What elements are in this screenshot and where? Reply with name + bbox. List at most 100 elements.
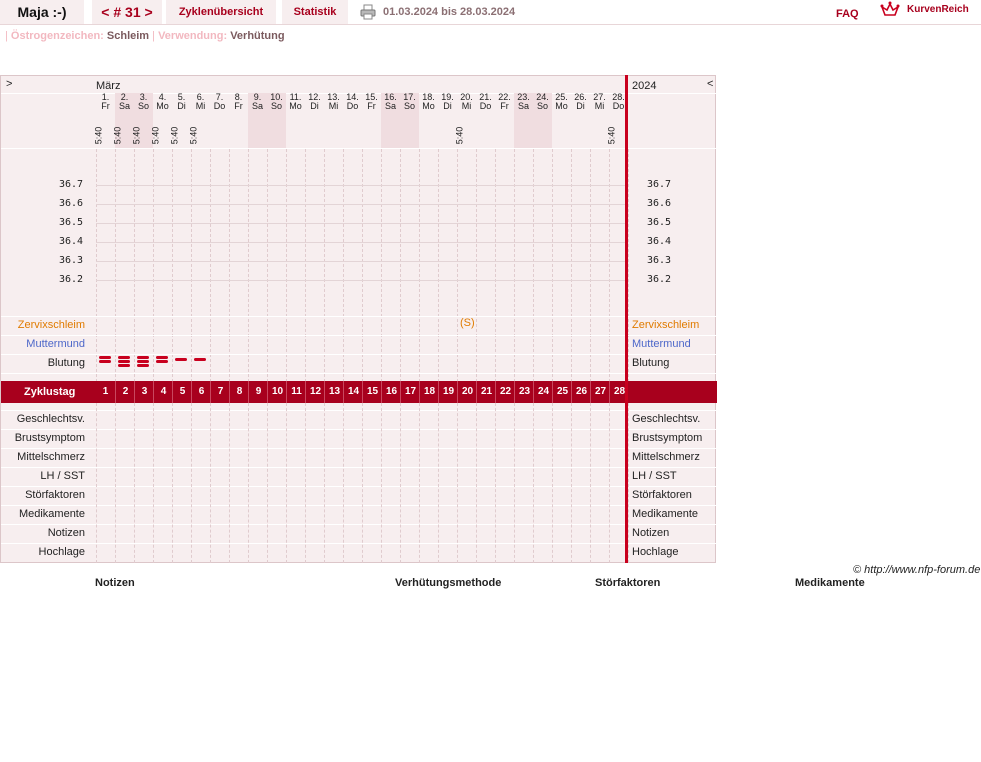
- nav-next-arrow[interactable]: <: [707, 78, 713, 90]
- divider: [1, 335, 717, 336]
- symptom-label[interactable]: Störfaktoren: [25, 489, 85, 501]
- bleeding-mark[interactable]: [118, 360, 130, 363]
- row-label-1[interactable]: Muttermund: [26, 338, 85, 350]
- day-column-header[interactable]: 14. Do: [343, 93, 362, 148]
- bleeding-mark[interactable]: [137, 360, 149, 363]
- weekday: So: [536, 101, 548, 111]
- day-column-header[interactable]: 12. Di: [305, 93, 324, 148]
- grid-line: [343, 403, 344, 563]
- day-column-header[interactable]: 18. Mo: [419, 93, 438, 148]
- symptom-label-right[interactable]: Hochlage: [632, 546, 678, 558]
- grid-line: [400, 403, 401, 563]
- symptom-label[interactable]: Brustsymptom: [15, 432, 85, 444]
- cycle-navigator[interactable]: < # 31 >: [92, 0, 162, 24]
- grid-line: [552, 403, 553, 563]
- row-label-0[interactable]: Zervixschleim: [18, 319, 85, 331]
- user-name[interactable]: Maja :-): [0, 0, 84, 24]
- day-column-header[interactable]: 13. Mi: [324, 93, 343, 148]
- day-column-header[interactable]: 6. Mi 5:40: [188, 93, 210, 148]
- row-label-2[interactable]: Blutung: [48, 357, 85, 369]
- cycle-day-number: 6: [191, 381, 211, 403]
- estrogen-sign-label: Östrogenzeichen:: [10, 30, 104, 42]
- row-label-right-2[interactable]: Blutung: [632, 357, 669, 369]
- day-column-header[interactable]: 7. Do: [210, 93, 229, 148]
- cycle-day-number: 15: [362, 381, 382, 403]
- separator: |: [152, 30, 155, 42]
- bleeding-mark[interactable]: [156, 360, 168, 363]
- row-label-right-1[interactable]: Muttermund: [632, 338, 691, 350]
- grid-line: [267, 149, 268, 382]
- grid-line: [381, 149, 382, 382]
- grid-line: [172, 149, 173, 382]
- symptom-label[interactable]: LH / SST: [40, 470, 85, 482]
- day-column-header[interactable]: 20. Mi 5:40: [454, 93, 476, 148]
- grid-line: [96, 204, 628, 205]
- tab-statistics[interactable]: Statistik: [282, 0, 348, 24]
- grid-line: [476, 403, 477, 563]
- grid-line: [96, 149, 97, 382]
- bleeding-mark[interactable]: [99, 360, 111, 363]
- cervix-mucus-icon[interactable]: (S): [460, 317, 475, 329]
- bleeding-mark[interactable]: [194, 358, 206, 361]
- weekday: Fr: [101, 101, 110, 111]
- bleeding-mark[interactable]: [175, 358, 187, 361]
- grid-line: [590, 149, 591, 382]
- weekday: Do: [346, 101, 359, 111]
- day-column-header[interactable]: 22. Fr: [495, 93, 514, 148]
- temperature-tick-left: 36.7: [59, 179, 84, 190]
- symptom-label[interactable]: Geschlechtsv.: [17, 413, 85, 425]
- row-label-right-0[interactable]: Zervixschleim: [632, 319, 699, 331]
- day-column-header[interactable]: 23. Sa: [514, 93, 533, 148]
- brand-name[interactable]: KurvenReich: [907, 4, 969, 15]
- day-column-header[interactable]: 26. Di: [571, 93, 590, 148]
- bleeding-mark[interactable]: [118, 364, 130, 367]
- symptom-label-right[interactable]: Störfaktoren: [632, 489, 692, 501]
- grid-line: [96, 280, 628, 281]
- bleeding-mark[interactable]: [156, 356, 168, 359]
- day-column-header[interactable]: 17. So: [400, 93, 419, 148]
- cycle-day-number: 22: [495, 381, 515, 403]
- day-column-header[interactable]: 8. Fr: [229, 93, 248, 148]
- temperature-tick-right: 36.3: [647, 255, 672, 266]
- temperature-tick-right: 36.2: [647, 274, 672, 285]
- printer-icon[interactable]: [360, 4, 376, 20]
- symptom-label-right[interactable]: Mittelschmerz: [632, 451, 700, 463]
- weekday: Mi: [461, 101, 472, 111]
- day-column-header[interactable]: 24. So: [533, 93, 552, 148]
- grid-line: [419, 403, 420, 563]
- symptom-label[interactable]: Mittelschmerz: [17, 451, 85, 463]
- weekday: So: [403, 101, 415, 111]
- day-column-header[interactable]: 9. Sa: [248, 93, 267, 148]
- symptom-label[interactable]: Medikamente: [19, 508, 85, 520]
- grid-line: [609, 149, 610, 382]
- tab-cycle-overview[interactable]: Zyklenübersicht: [166, 0, 276, 24]
- symptom-label-right[interactable]: Brustsymptom: [632, 432, 702, 444]
- symptom-label-right[interactable]: LH / SST: [632, 470, 677, 482]
- date-range: 01.03.2024 bis 28.03.2024: [383, 6, 516, 18]
- day-column-header[interactable]: 11. Mo: [286, 93, 305, 148]
- grid-line: [590, 403, 591, 563]
- symptom-label-right[interactable]: Geschlechtsv.: [632, 413, 700, 425]
- crown-logo-icon[interactable]: [880, 1, 900, 19]
- cycle-day-bar: Zyklustag 1 2 3 4 5 6 7 8 9 10 11 12 13 14 15 16 17 18 19 2…: [1, 381, 717, 403]
- grid-line: [400, 149, 401, 382]
- day-column-header[interactable]: 10. So: [267, 93, 286, 148]
- bleeding-mark[interactable]: [99, 356, 111, 359]
- day-column-header[interactable]: 25. Mo: [552, 93, 571, 148]
- day-column-header[interactable]: 16. Sa: [381, 93, 400, 148]
- bleeding-mark[interactable]: [137, 356, 149, 359]
- grid-line: [96, 242, 628, 243]
- grid-line: [134, 403, 135, 563]
- symptom-label-right[interactable]: Medikamente: [632, 508, 698, 520]
- bleeding-mark[interactable]: [118, 356, 130, 359]
- cycle-day-number: 9: [248, 381, 268, 403]
- symptom-label-right[interactable]: Notizen: [632, 527, 669, 539]
- faq-link[interactable]: FAQ: [836, 8, 859, 20]
- grid-line: [210, 149, 211, 382]
- nav-prev-arrow[interactable]: >: [6, 78, 12, 90]
- bleeding-mark[interactable]: [137, 364, 149, 367]
- symptom-label[interactable]: Notizen: [48, 527, 85, 539]
- day-column-header[interactable]: 21. Do: [476, 93, 495, 148]
- day-column-header[interactable]: 15. Fr: [362, 93, 381, 148]
- symptom-label[interactable]: Hochlage: [39, 546, 85, 558]
